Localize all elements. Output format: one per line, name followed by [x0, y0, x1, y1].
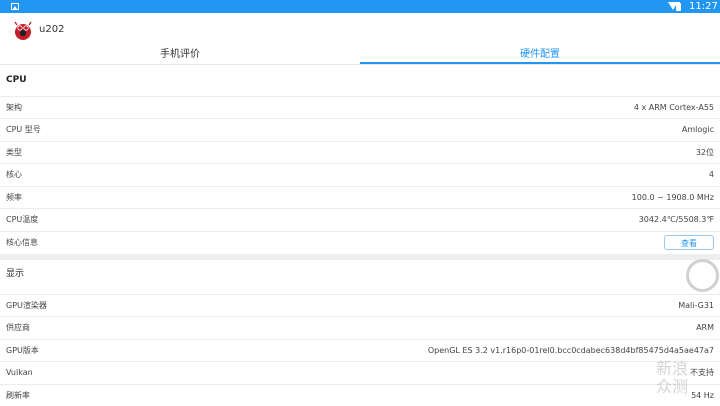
row-value: 100.0 ~ 1908.0 MHz: [631, 193, 714, 202]
row-value: Amlogic: [681, 125, 714, 134]
tab-divider: [0, 64, 720, 65]
device-name: u202: [39, 24, 65, 35]
row-value: OpenGL ES 3.2 v1.r16p0-01rel0.bcc0cdabec…: [427, 346, 714, 355]
row-label: CPU 型号: [6, 125, 41, 134]
row-label: GPU版本: [6, 346, 39, 355]
status-bar: 11:27: [0, 0, 720, 13]
view-core-info-button[interactable]: 查看: [664, 235, 714, 250]
tab-phone-review[interactable]: 手机评价: [0, 47, 360, 63]
row-label: GPU渲染器: [6, 301, 47, 310]
info-row-cpu-temperature: CPU温度 3042.4℃/5508.3℉: [0, 208, 720, 230]
section-title: CPU: [6, 75, 27, 85]
row-value: ARM: [696, 323, 714, 332]
row-value: 4 x ARM Cortex-A55: [633, 103, 714, 112]
cpu-section-header: CPU: [0, 66, 720, 95]
info-row-core-info: 核心信息 查看: [0, 231, 720, 253]
status-time: 11:27: [689, 1, 718, 12]
info-row-cpu-model: CPU 型号 Amlogic: [0, 118, 720, 140]
info-row-architecture: 架构 4 x ARM Cortex-A55: [0, 96, 720, 118]
image-icon: [11, 3, 19, 10]
row-value: Mali-G31: [678, 301, 714, 310]
info-row-refresh-rate: 刷新率 54 Hz: [0, 384, 720, 406]
display-section-header: 显示: [0, 260, 720, 289]
info-row-frequency: 频率 100.0 ~ 1908.0 MHz: [0, 186, 720, 208]
watermark: 新浪众测: [656, 360, 696, 400]
row-value: 32位: [695, 148, 714, 157]
tab-bar: 手机评价 硬件配置: [0, 47, 720, 65]
row-label: 类型: [6, 148, 22, 157]
info-row-gpu-version: GPU版本 OpenGL ES 3.2 v1.r16p0-01rel0.bcc0…: [0, 339, 720, 361]
tab-hardware-config[interactable]: 硬件配置: [360, 47, 720, 63]
row-label: 频率: [6, 193, 22, 202]
row-label: Vulkan: [6, 368, 33, 377]
info-row-gpu-renderer: GPU渲染器 Mali-G31: [0, 294, 720, 316]
info-row-cores: 核心 4: [0, 163, 720, 185]
app-bar: u202: [0, 13, 720, 47]
antutu-logo-icon: [14, 21, 32, 40]
info-row-vulkan: Vulkan 不支持: [0, 361, 720, 383]
row-label: 刷新率: [6, 391, 30, 400]
row-label: 核心信息: [6, 238, 38, 247]
row-value: 4: [708, 170, 714, 179]
info-row-vendor: 供应商 ARM: [0, 316, 720, 338]
watermark-text: 新浪众测: [656, 359, 689, 396]
row-label: 架构: [6, 103, 22, 112]
row-label: 核心: [6, 170, 22, 179]
row-label: CPU温度: [6, 215, 39, 224]
loading-spinner-icon: [686, 259, 719, 292]
info-row-type: 类型 32位: [0, 141, 720, 163]
battery-icon: [676, 2, 681, 11]
row-value: 3042.4℃/5508.3℉: [638, 215, 714, 224]
section-title: 显示: [6, 269, 25, 279]
row-label: 供应商: [6, 323, 30, 332]
